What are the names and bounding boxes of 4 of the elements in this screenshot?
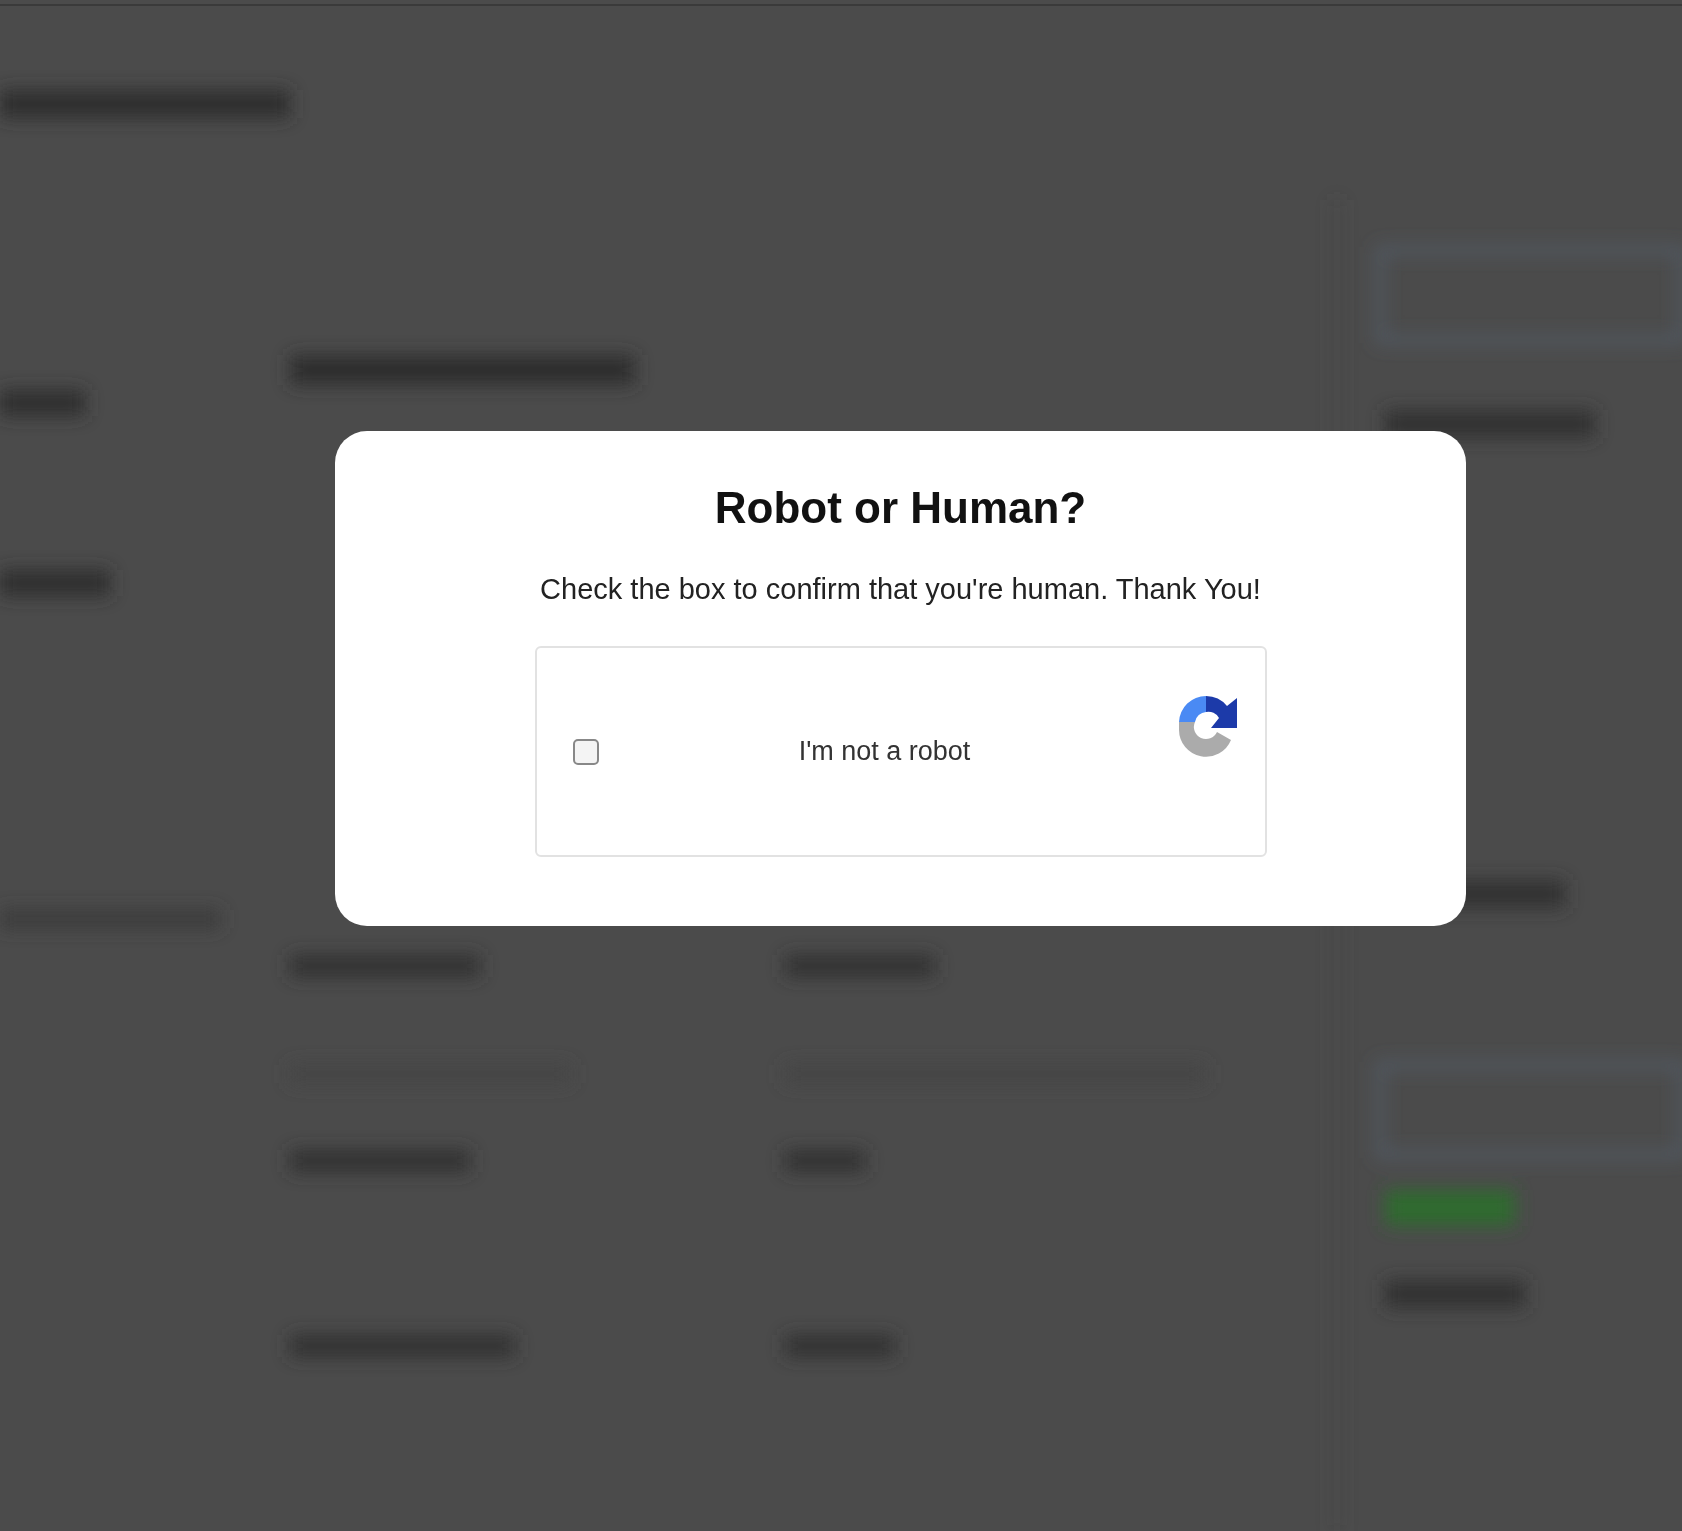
checkbox-label: I'm not a robot — [797, 736, 972, 767]
checkbox[interactable] — [572, 738, 599, 765]
dialog-title: Robot or Human? — [714, 483, 1087, 533]
dialog-message: Check the box to confirm that you're human. Thank You! — [540, 573, 1261, 606]
